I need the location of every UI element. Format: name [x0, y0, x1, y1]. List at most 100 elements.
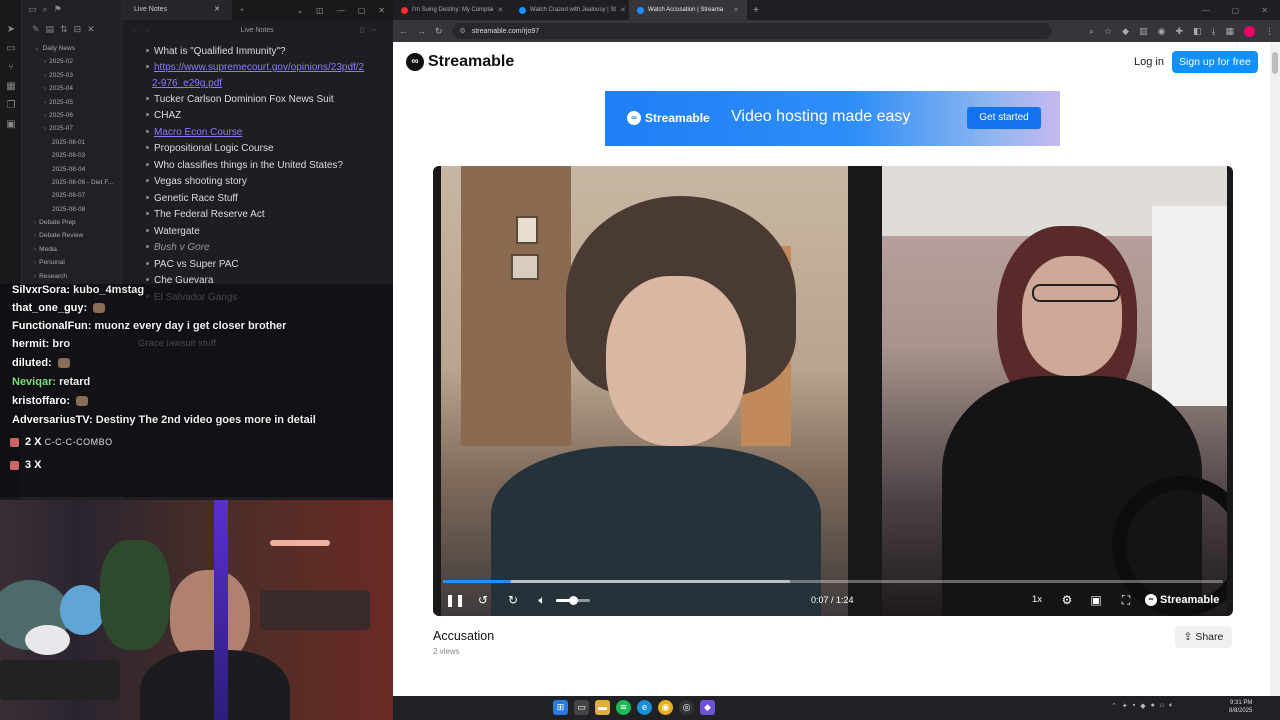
new-folder-icon[interactable]: ▤	[46, 24, 55, 36]
git-branch-icon[interactable]: ⑂	[0, 60, 22, 76]
tree-item[interactable]: › 2025-04	[22, 82, 122, 95]
search-icon[interactable]: ⌕	[43, 4, 48, 16]
tree-item[interactable]: › Personal	[22, 256, 122, 269]
copy-icon[interactable]: ❐	[0, 98, 22, 114]
bookmark-star-icon[interactable]: ☆	[1104, 26, 1112, 37]
tree-item[interactable]: › 2025-03	[22, 69, 122, 82]
tree-item[interactable]: 2025-08-01	[22, 136, 122, 149]
tray-app-icon-4[interactable]: ●	[1151, 702, 1155, 710]
collapse-icon[interactable]: ⊟	[74, 24, 82, 36]
progress-bar[interactable]	[443, 580, 1223, 583]
close-icon[interactable]: ✕	[214, 0, 220, 20]
chevron-down-icon[interactable]: ⌄	[296, 6, 303, 15]
get-started-button[interactable]: Get started	[967, 107, 1041, 129]
tray-app-icon-2[interactable]: ▪	[1133, 702, 1135, 710]
minimize-icon[interactable]: —	[1202, 6, 1210, 15]
sidepanel-icon[interactable]: ◧	[1193, 26, 1202, 37]
download-icon[interactable]: ⤓	[1212, 26, 1216, 37]
close-icon[interactable]: ✕	[733, 6, 739, 14]
chevron-right-icon[interactable]: ›	[44, 58, 46, 65]
signup-button[interactable]: Sign up for free	[1172, 51, 1258, 73]
tree-item[interactable]: › 2025-06	[22, 109, 122, 122]
close-icon[interactable]: ✕	[87, 24, 95, 36]
chat-username[interactable]: that_one_guy:	[12, 302, 87, 314]
chevron-right-icon[interactable]: ›	[34, 232, 36, 239]
file-explorer-icon[interactable]: ▬	[595, 700, 610, 715]
scroll-thumb[interactable]	[1272, 52, 1278, 74]
chevron-right-icon[interactable]: ›	[34, 219, 36, 226]
chat-username[interactable]: kristoffaro:	[12, 395, 70, 407]
profile-icon[interactable]: ▦	[1225, 26, 1234, 37]
streamable-logo[interactable]: ∞ Streamable	[406, 53, 514, 71]
plus-icon[interactable]: +	[240, 7, 244, 14]
fullscreen-icon[interactable]: ⛶	[1118, 592, 1134, 608]
chat-username[interactable]: AdversariusTV:	[12, 414, 93, 426]
tree-item[interactable]: › Media	[22, 243, 122, 256]
folder-icon[interactable]: ▭	[28, 4, 37, 16]
share-button[interactable]: ⇪ Share	[1175, 626, 1232, 648]
tree-item[interactable]: › 2025-05	[22, 96, 122, 109]
chat-username[interactable]: hermit:	[12, 338, 49, 350]
chat-username[interactable]: SilvxrSora:	[12, 284, 70, 296]
note-actions-icon[interactable]: ▯⋯	[360, 26, 383, 34]
tree-item[interactable]: › 2025-02	[22, 55, 122, 68]
login-link[interactable]: Log in	[1134, 56, 1164, 68]
address-bar[interactable]: ⚙ streamable.com/rjo97	[451, 23, 1052, 39]
windows-start-icon[interactable]: ⊞	[553, 700, 568, 715]
chevron-right-icon[interactable]: ›	[44, 112, 46, 119]
volume-knob[interactable]	[569, 596, 578, 605]
forward-skip-icon[interactable]: ↻	[505, 592, 521, 608]
forward-icon[interactable]: →	[417, 26, 426, 36]
tree-item[interactable]: › Debate Prep	[22, 216, 122, 229]
note-link[interactable]: https://www.supremecourt.gov/opinions/23…	[146, 62, 364, 73]
tree-item[interactable]: › 2025-07	[22, 122, 122, 135]
chevron-down-icon[interactable]: ⌄	[34, 45, 39, 52]
task-view-icon[interactable]: ▭	[574, 700, 589, 715]
close-icon[interactable]: ✕	[620, 6, 626, 14]
chat-username[interactable]: Neviqar:	[12, 376, 56, 388]
obsidian-icon[interactable]: ◆	[700, 700, 715, 715]
sort-icon[interactable]: ⇅	[60, 24, 68, 36]
back-forward-icon[interactable]: ←→	[132, 27, 154, 34]
volume-slider[interactable]	[556, 596, 590, 605]
chevron-right-icon[interactable]: ›	[34, 273, 36, 280]
new-note-icon[interactable]: ✎	[32, 24, 40, 36]
new-tab-icon[interactable]: +	[753, 5, 759, 16]
tree-item[interactable]: 2025-08-04	[22, 163, 122, 176]
system-clock[interactable]: 9:31 PM 8/8/2025	[1229, 699, 1252, 715]
player-brand[interactable]: ∞ Streamable	[1145, 592, 1219, 608]
ad-banner[interactable]: ∞ Streamable Video hosting made easy Get…	[605, 91, 1060, 146]
obs-icon[interactable]: ◎	[679, 700, 694, 715]
maximize-icon[interactable]: ▢	[1232, 6, 1240, 15]
grid-icon[interactable]: ▦	[0, 79, 22, 95]
note-link[interactable]: Macro Econ Course	[146, 127, 242, 138]
browser-tab[interactable]: Watch Crazed with Jealousy | St ✕	[511, 0, 629, 20]
chevron-right-icon[interactable]: ›	[44, 99, 46, 106]
menu-icon[interactable]: ⋮	[1265, 26, 1274, 37]
zoom-icon[interactable]: ⌕	[1089, 26, 1094, 37]
maximize-icon[interactable]: ▢	[358, 6, 366, 15]
extension-icon-2[interactable]: ▥	[1139, 26, 1148, 37]
back-icon[interactable]: ←	[399, 26, 408, 36]
network-icon[interactable]: ⌂	[1160, 702, 1164, 710]
chevron-right-icon[interactable]: ›	[44, 125, 46, 132]
send-icon[interactable]: ➤	[0, 22, 22, 38]
volume-icon[interactable]: 🔈︎	[534, 592, 550, 608]
close-icon[interactable]: ✕	[1261, 6, 1268, 15]
browser-tab[interactable]: Watch Accusation | Streama ✕	[629, 0, 747, 20]
chevron-right-icon[interactable]: ›	[34, 259, 36, 266]
folder-icon[interactable]: ▭	[0, 41, 22, 57]
close-icon[interactable]: ✕	[498, 6, 504, 14]
speaker-icon[interactable]: 🔈︎	[1169, 702, 1173, 710]
extension-icon-3[interactable]: ◉	[1158, 26, 1166, 37]
tray-app-icon[interactable]: ✦	[1122, 702, 1128, 710]
tree-item[interactable]: › Debate Review	[22, 229, 122, 242]
playback-speed-button[interactable]: 1x	[1032, 592, 1042, 608]
reload-icon[interactable]: ↻	[435, 26, 443, 37]
page-scrollbar[interactable]	[1270, 42, 1280, 696]
tree-item[interactable]: 2025-08-06 - Diet F...	[22, 176, 122, 189]
video-player[interactable]: ❚❚ ↺ ↻ 🔈︎ 0:07 / 1:24 1x ⚙ ▣ ⛶ ∞ Streama…	[433, 166, 1233, 616]
browser-tab[interactable]: I'm Suing Destiny: My Complai ✕	[393, 0, 511, 20]
rewind-icon[interactable]: ↺	[475, 592, 491, 608]
pause-icon[interactable]: ❚❚	[445, 592, 465, 608]
